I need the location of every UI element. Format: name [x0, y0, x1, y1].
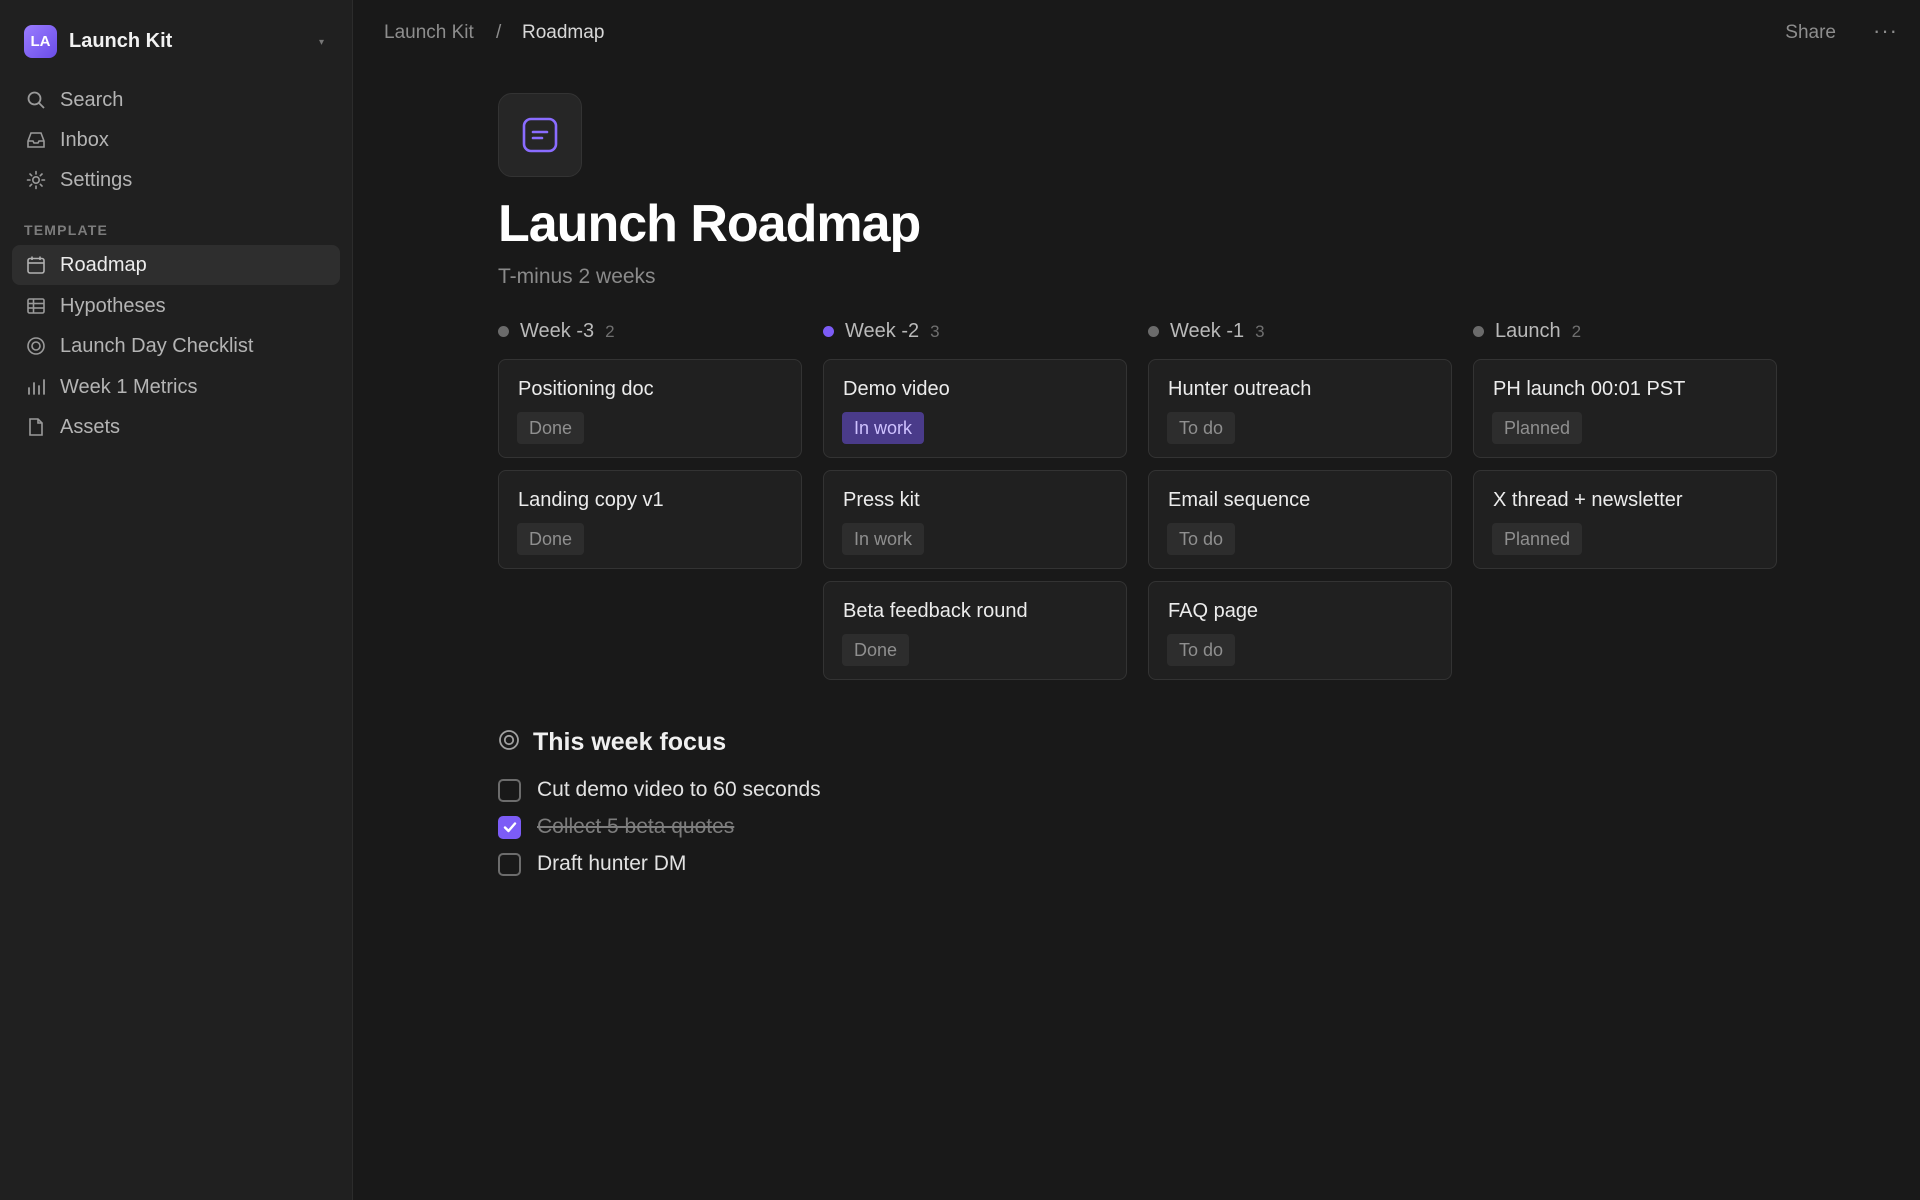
nav-inbox[interactable]: Inbox — [12, 120, 340, 160]
status-badge[interactable]: Planned — [1492, 523, 1583, 555]
topbar: Launch Kit / Roadmap Share ··· — [354, 0, 1920, 68]
status-dot — [823, 326, 834, 337]
status-badge[interactable]: Planned — [1492, 412, 1583, 444]
sidebar-item-week-1-metrics[interactable]: Week 1 Metrics — [12, 367, 340, 407]
column-header-week-2: Week -2 3 — [823, 320, 940, 343]
status-badge[interactable]: To do — [1167, 412, 1236, 444]
status-badge[interactable]: In work — [842, 523, 925, 555]
board-card[interactable]: Email sequence To do — [1148, 470, 1452, 569]
share-button[interactable]: Share — [1785, 22, 1836, 44]
todo-text: Cut demo video to 60 seconds — [537, 778, 821, 801]
calendar-icon — [24, 253, 48, 277]
column-header-week-1: Week -1 3 — [1148, 320, 1265, 343]
todo-checkbox[interactable] — [498, 815, 521, 839]
search-icon — [24, 88, 48, 112]
board-card[interactable]: PH launch 00:01 PST Planned — [1473, 359, 1777, 458]
workspace-switcher[interactable]: LA Launch Kit ▾ — [12, 20, 338, 62]
bar-chart-icon — [24, 375, 48, 399]
section-label-template: TEMPLATE — [24, 222, 109, 238]
status-badge[interactable]: Done — [842, 634, 910, 666]
column-name: Launch — [1495, 320, 1561, 342]
todo-checkbox[interactable] — [498, 778, 521, 802]
column-name: Week -1 — [1170, 320, 1245, 342]
inbox-icon — [24, 128, 48, 152]
status-dot — [498, 326, 509, 337]
todo-text: Draft hunter DM — [537, 852, 687, 875]
card-title: Press kit — [843, 489, 920, 511]
card-title: Landing copy v1 — [518, 489, 664, 511]
column-header-week-3: Week -3 2 — [498, 320, 615, 343]
sidebar-item-assets[interactable]: Assets — [12, 407, 340, 447]
sidebar: LA Launch Kit ▾ Search Inbox Settings TE… — [0, 0, 353, 1200]
status-badge[interactable]: In work — [842, 412, 925, 444]
sidebar-item-label: Hypotheses — [60, 294, 166, 317]
column-count: 2 — [1571, 321, 1582, 341]
page-subtitle: T-minus 2 weeks — [498, 265, 656, 288]
card-title: Positioning doc — [518, 378, 654, 400]
board-card[interactable]: Beta feedback round Done — [823, 581, 1127, 680]
checkmark-icon — [503, 822, 516, 833]
status-dot — [1148, 326, 1159, 337]
column-name: Week -3 — [520, 320, 595, 342]
nav-settings[interactable]: Settings — [12, 160, 340, 200]
board-card[interactable]: FAQ page To do — [1148, 581, 1452, 680]
table-icon — [24, 294, 48, 318]
sidebar-item-label: Week 1 Metrics — [60, 375, 198, 398]
file-icon — [24, 415, 48, 439]
breadcrumb-separator: / — [496, 22, 502, 43]
todo-checkbox[interactable] — [498, 852, 521, 876]
board-card[interactable]: Landing copy v1 Done — [498, 470, 802, 569]
card-title: Beta feedback round — [843, 600, 1028, 622]
card-title: FAQ page — [1168, 600, 1259, 622]
card-title: PH launch 00:01 PST — [1493, 378, 1686, 400]
column-count: 2 — [605, 321, 615, 341]
document-icon[interactable] — [498, 93, 582, 177]
sidebar-item-hypotheses[interactable]: Hypotheses — [12, 286, 340, 326]
breadcrumb-current[interactable]: Roadmap — [522, 22, 604, 44]
sidebar-item-label: Assets — [60, 415, 121, 438]
todo-item: Draft hunter DM — [498, 852, 686, 876]
more-options-icon[interactable]: ··· — [1873, 18, 1898, 44]
board-card[interactable]: Press kit In work — [823, 470, 1127, 569]
status-badge[interactable]: Done — [517, 523, 585, 555]
column-header-launch: Launch 2 — [1473, 320, 1581, 343]
column-name: Week -2 — [845, 320, 920, 342]
nav-search[interactable]: Search — [12, 80, 340, 120]
card-title: Demo video — [843, 378, 950, 400]
breadcrumb-workspace[interactable]: Launch Kit — [384, 22, 474, 44]
status-badge[interactable]: To do — [1167, 523, 1236, 555]
focus-title: This week focus — [533, 728, 727, 756]
nav-settings-label: Settings — [60, 168, 133, 191]
sidebar-item-label: Roadmap — [60, 253, 147, 276]
todo-item: Collect 5 beta quotes — [498, 815, 734, 839]
sidebar-item-roadmap[interactable]: Roadmap — [12, 245, 340, 285]
gear-icon — [24, 168, 48, 192]
todo-item: Cut demo video to 60 seconds — [498, 778, 821, 802]
card-title: X thread + newsletter — [1493, 489, 1683, 511]
board-card[interactable]: Positioning doc Done — [498, 359, 802, 458]
column-count: 3 — [1255, 321, 1265, 341]
target-icon — [498, 729, 520, 756]
board-card[interactable]: X thread + newsletter Planned — [1473, 470, 1777, 569]
workspace-avatar: LA — [24, 24, 57, 58]
status-dot — [1473, 326, 1484, 337]
focus-heading: This week focus — [498, 728, 726, 757]
nav-inbox-label: Inbox — [60, 128, 109, 151]
nav-search-label: Search — [60, 88, 124, 111]
todo-text: Collect 5 beta quotes — [537, 815, 735, 838]
board-card[interactable]: Demo video In work — [823, 359, 1127, 458]
status-badge[interactable]: Done — [517, 412, 585, 444]
column-count: 3 — [930, 321, 940, 341]
sidebar-item-label: Launch Day Checklist — [60, 334, 254, 357]
workspace-name: Launch Kit — [69, 29, 173, 52]
card-title: Email sequence — [1168, 489, 1311, 511]
target-icon — [24, 334, 48, 358]
status-badge[interactable]: To do — [1167, 634, 1236, 666]
sidebar-item-launch-day-checklist[interactable]: Launch Day Checklist — [12, 326, 340, 366]
page-title: Launch Roadmap — [498, 195, 921, 253]
chevron-down-icon[interactable]: ▾ — [319, 37, 324, 48]
board-card[interactable]: Hunter outreach To do — [1148, 359, 1452, 458]
card-title: Hunter outreach — [1168, 378, 1312, 400]
